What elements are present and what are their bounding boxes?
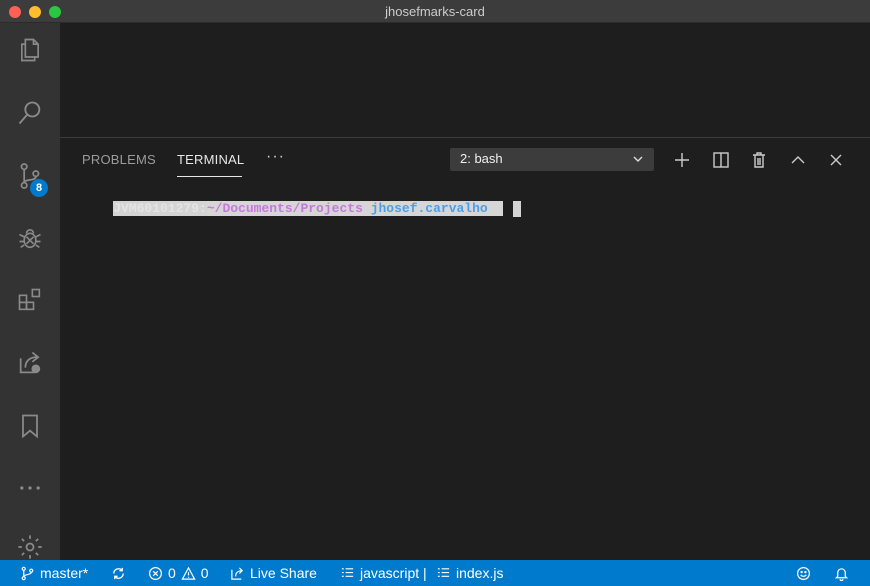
split-icon (713, 152, 729, 168)
terminal-select-value: 2: bash (460, 151, 503, 166)
sync-button[interactable] (111, 560, 126, 586)
feedback-button[interactable] (796, 560, 811, 586)
warning-icon (181, 566, 196, 580)
branch-status[interactable]: master* (20, 560, 88, 586)
chevron-down-icon (633, 156, 643, 162)
activity-live-share[interactable] (0, 338, 60, 388)
notifications-button[interactable] (834, 560, 849, 586)
activity-bar: 8 (0, 23, 60, 560)
extensions-icon (18, 288, 41, 311)
explorer-icon (21, 38, 39, 62)
file-label: index.js (456, 565, 504, 581)
activity-source-control[interactable]: 8 (0, 151, 60, 201)
terminal-select[interactable]: 2: bash (450, 148, 654, 171)
terminal-cursor (513, 200, 522, 217)
list-icon (341, 567, 354, 577)
live-share-status[interactable]: Live Share (230, 560, 317, 586)
active-tab-indicator (177, 176, 242, 177)
activity-search[interactable] (0, 88, 60, 138)
activity-explorer[interactable] (0, 25, 60, 75)
split-terminal-button[interactable] (710, 149, 732, 171)
live-share-icon (231, 566, 244, 580)
search-icon (18, 101, 41, 125)
scm-badge: 8 (30, 179, 48, 197)
language-status[interactable]: javascript | (340, 560, 427, 586)
panel-more-button[interactable]: ··· (266, 148, 285, 166)
settings-icon (18, 535, 42, 559)
tab-problems[interactable]: PROBLEMS (82, 152, 156, 167)
activity-settings[interactable] (0, 525, 60, 560)
close-icon (830, 154, 842, 166)
terminal-path: ~/Documents/Projects (206, 201, 363, 216)
activity-debug[interactable] (0, 213, 60, 263)
live-share-label: Live Share (250, 565, 317, 581)
title-bar: jhosefmarks-card (0, 0, 870, 23)
problems-status[interactable]: 0 0 (148, 560, 209, 586)
kill-terminal-button[interactable] (748, 149, 770, 171)
smiley-icon (796, 566, 811, 580)
bookmarks-icon (22, 414, 38, 439)
debug-icon (19, 229, 41, 249)
trash-icon (753, 152, 765, 168)
bottom-panel: PROBLEMS TERMINAL ··· 2: bash JVM6010127… (60, 137, 870, 560)
warning-count: 0 (200, 565, 209, 581)
close-panel-button[interactable] (825, 149, 847, 171)
activity-extensions[interactable] (0, 275, 60, 325)
maximize-panel-button[interactable] (787, 149, 809, 171)
plus-icon (675, 153, 689, 167)
branch-name: master* (40, 565, 89, 581)
sync-icon (113, 567, 124, 579)
live-share-icon (19, 351, 41, 374)
error-count: 0 (168, 565, 176, 581)
language-label: javascript | (360, 565, 427, 581)
new-terminal-button[interactable] (671, 149, 693, 171)
terminal-prompt[interactable]: JVM60101279:~/Documents/Projects jhosef.… (82, 182, 522, 217)
list-icon (437, 567, 450, 577)
more-icon (20, 486, 40, 490)
window-title: jhosefmarks-card (385, 4, 485, 19)
terminal-host: JVM60101279: (113, 201, 207, 216)
file-status[interactable]: index.js (436, 560, 503, 586)
status-bar: master* 0 0 Live Share javascript | inde… (0, 560, 870, 586)
editor-area[interactable] (60, 23, 870, 137)
bell-icon (834, 567, 849, 581)
git-branch-icon (21, 566, 34, 580)
activity-bookmarks[interactable] (0, 401, 60, 451)
terminal-user: jhosef.carvalho (370, 201, 488, 216)
activity-more[interactable] (0, 463, 60, 513)
tab-terminal[interactable]: TERMINAL (177, 152, 244, 167)
chevron-up-icon (791, 156, 805, 164)
error-icon (148, 566, 163, 580)
